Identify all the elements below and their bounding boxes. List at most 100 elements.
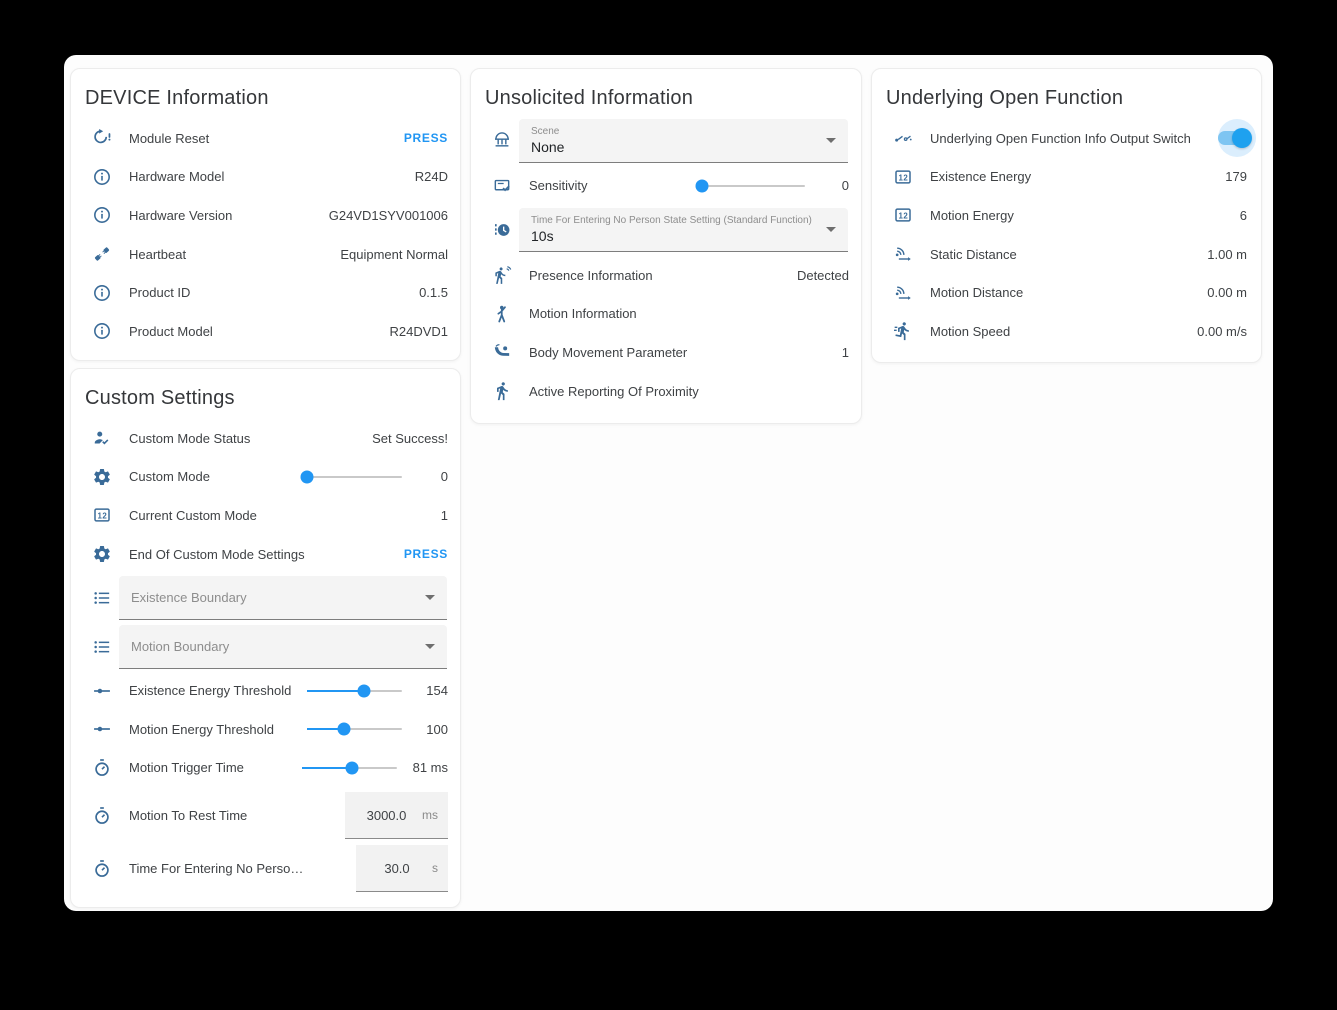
timer-icon <box>92 758 112 778</box>
sensitivity-check-icon <box>492 176 512 196</box>
row-motion-trigger-time: Motion Trigger Time 81 ms <box>71 749 460 788</box>
slider-fill <box>302 767 352 769</box>
slider-value: 0 <box>418 469 448 484</box>
slider-icon <box>92 681 112 701</box>
row-label: Heartbeat <box>129 247 340 262</box>
slider-thumb[interactable] <box>345 761 358 774</box>
unsolicited-information-card: Unsolicited Information Scene None Sensi… <box>470 68 862 424</box>
existence-energy-threshold-slider[interactable] <box>307 690 402 692</box>
row-label: Presence Information <box>529 268 797 283</box>
row-label: Custom Mode <box>129 469 307 484</box>
motion-person-icon <box>492 304 512 324</box>
row-motion-energy: Motion Energy 6 <box>872 196 1261 235</box>
row-value: 179 <box>1225 169 1247 184</box>
underlying-open-function-card: Underlying Open Function Underlying Open… <box>871 68 1262 363</box>
row-body-movement: Body Movement Parameter 1 <box>471 333 861 372</box>
no-person-state-select[interactable]: Time For Entering No Person State Settin… <box>519 208 848 252</box>
chevron-down-icon <box>425 595 435 600</box>
row-label: Product Model <box>129 324 389 339</box>
row-value: 1.00 m <box>1207 247 1247 262</box>
row-label: Hardware Model <box>129 169 415 184</box>
slider-thumb[interactable] <box>338 723 351 736</box>
existence-boundary-select[interactable]: Existence Boundary <box>119 576 447 620</box>
custom-settings-card: Custom Settings Custom Mode Status Set S… <box>70 368 461 908</box>
status-value: Set Success! <box>372 431 448 446</box>
row-value: 6 <box>1240 208 1247 223</box>
slider-icon <box>92 719 112 739</box>
row-value: 0.00 m <box>1207 285 1247 300</box>
row-hardware-model: Hardware Model R24D <box>71 158 460 197</box>
select-label: Existence Boundary <box>131 590 417 605</box>
no-person-time-input[interactable]: 30.0 s <box>356 845 448 892</box>
motion-trigger-time-slider[interactable] <box>302 767 397 769</box>
row-label: Existence Energy <box>930 169 1225 184</box>
proximity-walk-icon <box>492 381 512 401</box>
row-value: R24DVD1 <box>389 324 448 339</box>
slider-value: 81 ms <box>413 760 448 775</box>
row-label: Current Custom Mode <box>129 508 441 523</box>
row-value: Detected <box>797 268 849 283</box>
row-hardware-version: Hardware Version G24VD1SYV001006 <box>71 196 460 235</box>
row-custom-mode: Custom Mode 0 <box>71 458 460 497</box>
row-scene: Scene None <box>471 119 861 163</box>
input-value: 3000.0 <box>355 808 418 823</box>
distance-sensor-icon <box>893 283 913 303</box>
card-title-underlying: Underlying Open Function <box>886 87 1247 110</box>
list-icon <box>92 637 112 657</box>
row-sensitivity: Sensitivity 0 <box>471 163 861 208</box>
row-no-person-state: Time For Entering No Person State Settin… <box>471 208 861 252</box>
row-motion-to-rest-time: Motion To Rest Time 3000.0 ms <box>71 789 460 842</box>
row-heartbeat: Heartbeat Equipment Normal <box>71 235 460 274</box>
row-label: Custom Mode Status <box>129 431 372 446</box>
plug-icon <box>92 244 112 264</box>
row-label: Hardware Version <box>129 208 329 223</box>
run-speed-icon <box>893 321 913 341</box>
row-existence-energy-threshold: Existence Energy Threshold 154 <box>71 671 460 710</box>
row-value: 0.1.5 <box>419 285 448 300</box>
gear-icon <box>92 467 112 487</box>
end-custom-mode-press-button[interactable]: PRESS <box>404 547 448 561</box>
info-icon <box>92 205 112 225</box>
row-label: Sensitivity <box>529 178 702 193</box>
list-icon <box>92 588 112 608</box>
row-active-reporting: Active Reporting Of Proximity <box>471 372 861 411</box>
row-value: G24VD1SYV001006 <box>329 208 448 223</box>
row-existence-boundary: Existence Boundary <box>71 576 460 620</box>
row-existence-energy: Existence Energy 179 <box>872 158 1261 197</box>
numbers-icon <box>92 505 112 525</box>
row-value: 1 <box>441 508 448 523</box>
row-label: Motion Trigger Time <box>129 760 302 775</box>
app-panel: DEVICE Information Module Reset PRESS Ha… <box>64 55 1273 911</box>
slider-thumb[interactable] <box>696 179 709 192</box>
scene-select[interactable]: Scene None <box>519 119 848 163</box>
row-current-custom-mode: Current Custom Mode 1 <box>71 496 460 535</box>
select-value: 10s <box>531 228 818 244</box>
row-value: 1 <box>842 345 849 360</box>
slider-thumb[interactable] <box>358 684 371 697</box>
motion-to-rest-time-input[interactable]: 3000.0 ms <box>345 792 448 839</box>
info-icon <box>92 321 112 341</box>
row-label: Motion Energy <box>930 208 1240 223</box>
custom-mode-slider[interactable] <box>307 476 402 478</box>
info-output-toggle-switch[interactable] <box>1211 118 1253 158</box>
motion-boundary-select[interactable]: Motion Boundary <box>119 625 447 669</box>
body-movement-icon <box>492 342 512 362</box>
card-title-custom: Custom Settings <box>85 387 446 410</box>
row-motion-information: Motion Information <box>471 295 861 334</box>
card-title-device: DEVICE Information <box>85 87 446 110</box>
input-unit: s <box>432 861 438 875</box>
chevron-down-icon <box>425 644 435 649</box>
row-product-id: Product ID 0.1.5 <box>71 273 460 312</box>
row-value: R24D <box>415 169 448 184</box>
sensitivity-slider[interactable] <box>702 185 805 187</box>
row-end-of-custom-mode: End Of Custom Mode Settings PRESS <box>71 535 460 574</box>
select-value: None <box>531 139 818 155</box>
module-reset-press-button[interactable]: PRESS <box>404 131 448 145</box>
row-label: Time For Entering No Perso… <box>129 861 356 876</box>
slider-thumb[interactable] <box>301 470 314 483</box>
row-motion-speed: Motion Speed 0.00 m/s <box>872 312 1261 351</box>
slider-value: 0 <box>819 178 849 193</box>
motion-energy-threshold-slider[interactable] <box>307 728 402 730</box>
device-information-card: DEVICE Information Module Reset PRESS Ha… <box>70 68 461 361</box>
person-check-icon <box>92 428 112 448</box>
